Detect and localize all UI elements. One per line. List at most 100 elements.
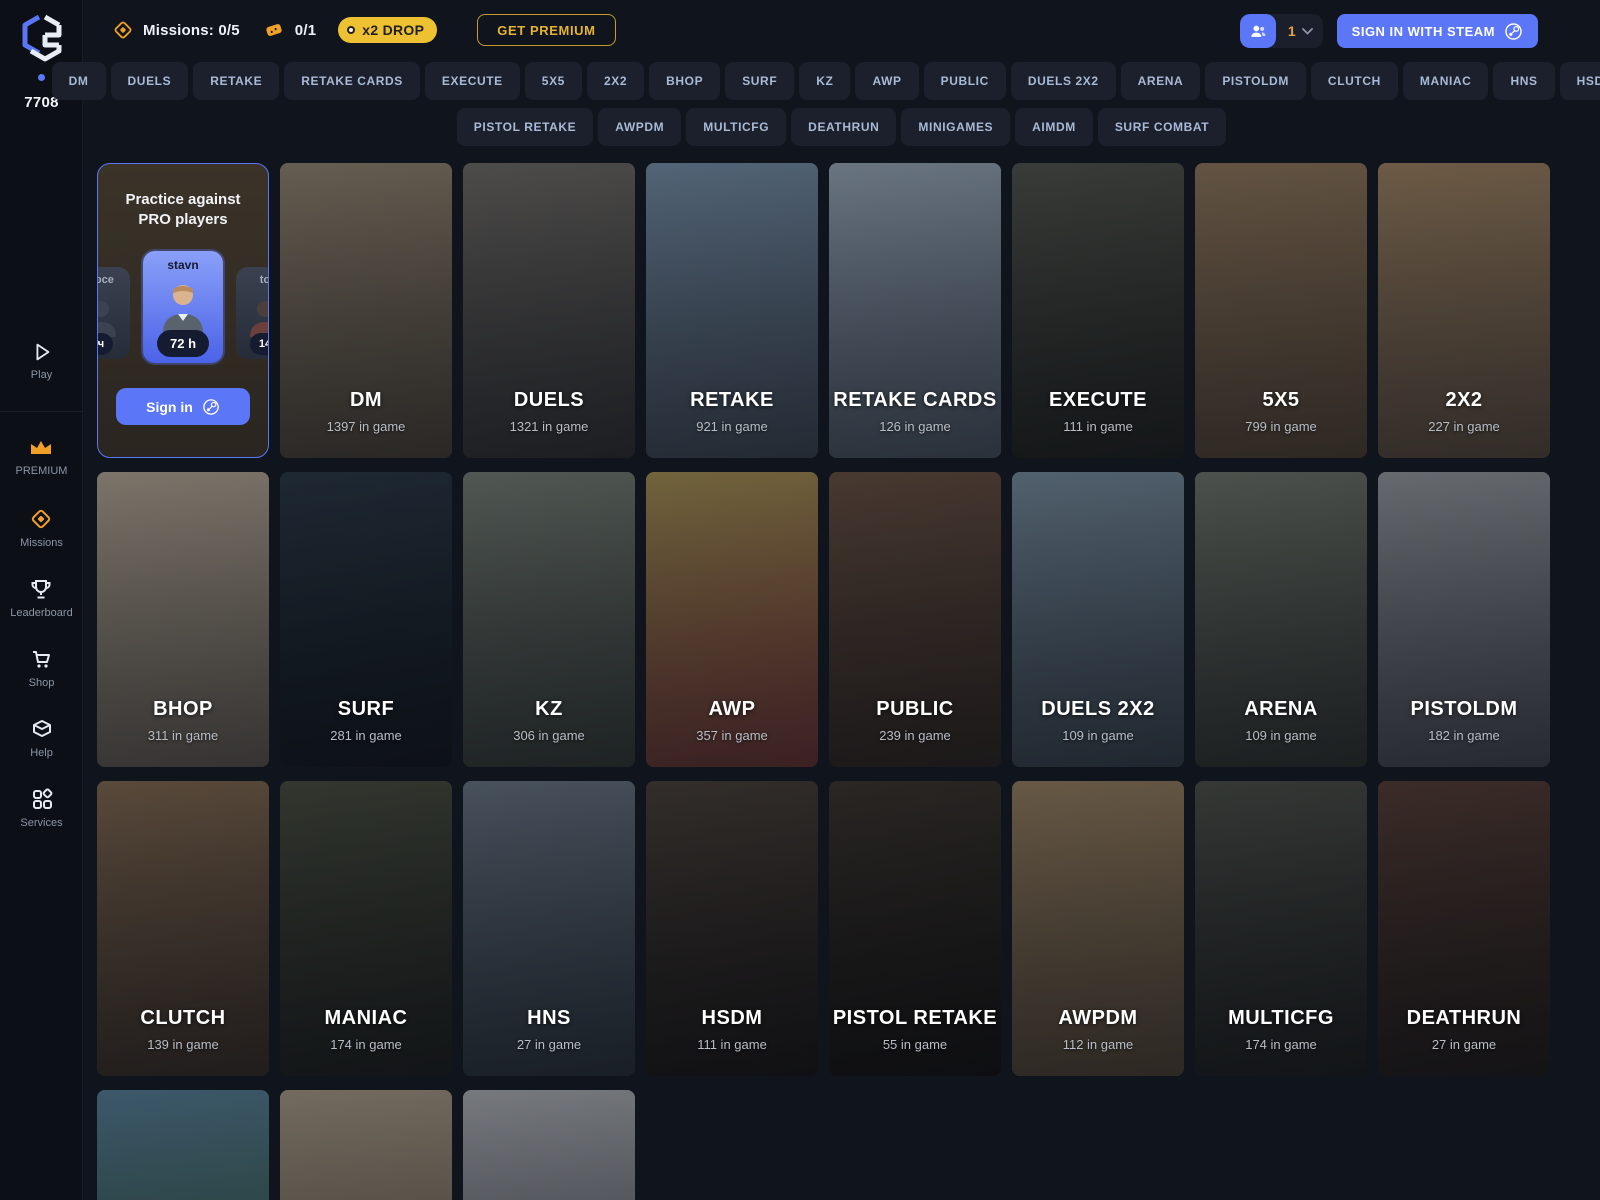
mode-card[interactable]: RETAKE 921 in game	[646, 163, 818, 458]
pro-player-carousel: doce ч stavn 72 h	[98, 251, 268, 379]
filter-tab[interactable]: BHOP	[649, 62, 720, 100]
sidebar-item-help[interactable]: Help	[30, 717, 54, 762]
mode-grid: Practice against PRO players doce ч stav…	[97, 163, 1550, 1200]
filter-tab-label: HNS	[1510, 74, 1537, 88]
promo-title: Practice against PRO players	[98, 164, 268, 231]
mode-title: KZ	[463, 698, 635, 721]
mode-card[interactable]: KZ 306 in game	[463, 472, 635, 767]
tickets-counter[interactable]: 0/1	[262, 19, 316, 41]
mode-card[interactable]: AWP 357 in game	[646, 472, 818, 767]
filter-tab-label: RETAKE	[210, 74, 262, 88]
mode-title: RETAKE CARDS	[829, 389, 1001, 412]
mode-filter-tabs: DM DUELS RETAKE RETAKE CARDS EXECUTE 5X5…	[83, 62, 1600, 146]
mode-card[interactable]: 2X2 227 in game	[1378, 163, 1550, 458]
mode-player-count: 281 in game	[280, 728, 452, 743]
promo-sign-in-button[interactable]: Sign in	[116, 388, 250, 425]
filter-tab[interactable]: DUELS 2X2	[1011, 62, 1116, 100]
filter-tab[interactable]: MINIGAMES	[901, 108, 1010, 146]
mode-card[interactable]: MULTICFG 174 in game	[1195, 781, 1367, 1076]
pro-player-card-stavn[interactable]: stavn 72 h	[143, 251, 223, 363]
filter-tab[interactable]: DUELS	[111, 62, 189, 100]
mode-card[interactable]: CLUTCH 139 in game	[97, 781, 269, 1076]
players-count-dropdown[interactable]: 1	[1240, 14, 1323, 48]
sidebar-item-missions[interactable]: Missions	[20, 507, 63, 552]
mode-card[interactable]: DUELS 2X2 109 in game	[1012, 472, 1184, 767]
mode-card[interactable]: SURF 281 in game	[280, 472, 452, 767]
missions-counter[interactable]: Missions: 0/5	[112, 19, 240, 41]
mode-card[interactable]: RETAKE CARDS 126 in game	[829, 163, 1001, 458]
player-avatar	[97, 297, 118, 337]
filter-tab-label: AWPDM	[615, 120, 664, 134]
crown-icon	[29, 437, 53, 459]
filter-tab[interactable]: DM	[52, 62, 106, 100]
get-premium-button[interactable]: GET PREMIUM	[477, 14, 615, 46]
mode-card[interactable]: HNS 27 in game	[463, 781, 635, 1076]
filter-tab[interactable]: MULTICFG	[686, 108, 786, 146]
mode-card[interactable]: ARENA 109 in game	[1195, 472, 1367, 767]
mode-card[interactable]: PUBLIC 239 in game	[829, 472, 1001, 767]
mode-title: MULTICFG	[1195, 1007, 1367, 1030]
filter-tab[interactable]: CLUTCH	[1311, 62, 1398, 100]
tickets-counter-label: 0/1	[295, 22, 316, 39]
sidebar-item-label: Help	[30, 747, 53, 759]
filter-tab[interactable]: HNS	[1493, 62, 1554, 100]
app-logo[interactable]	[0, 14, 83, 62]
filter-tab[interactable]: PISTOLDM	[1205, 62, 1306, 100]
filter-tab[interactable]: PISTOL RETAKE	[457, 108, 593, 146]
mode-card[interactable]: MANIAC 174 in game	[280, 781, 452, 1076]
filter-tab[interactable]: HSDM	[1560, 62, 1600, 100]
help-box-icon	[30, 717, 54, 741]
filter-tab[interactable]: AWP	[855, 62, 918, 100]
filter-tab[interactable]: PUBLIC	[924, 62, 1006, 100]
filter-tab[interactable]: ARENA	[1121, 62, 1201, 100]
mode-card[interactable]: PISTOLDM 182 in game	[1378, 472, 1550, 767]
missions-counter-label: Missions: 0/5	[143, 22, 240, 39]
mode-card[interactable]: 5X5 799 in game	[1195, 163, 1367, 458]
sidebar-item-premium[interactable]: PREMIUM	[16, 437, 68, 482]
mode-player-count: 111 in game	[646, 1037, 818, 1052]
mode-card[interactable]: PISTOL RETAKE 55 in game	[829, 781, 1001, 1076]
mode-title: MANIAC	[280, 1007, 452, 1030]
filter-tab[interactable]: RETAKE	[193, 62, 279, 100]
pro-player-card-left[interactable]: doce ч	[97, 267, 130, 359]
mode-card-labels: MULTICFG 174 in game	[1195, 1007, 1367, 1052]
mode-card[interactable]: AWPDM 112 in game	[1012, 781, 1184, 1076]
mode-card-labels: CLUTCH 139 in game	[97, 1007, 269, 1052]
mode-card[interactable]: DM 1397 in game	[280, 163, 452, 458]
filter-tab[interactable]: 5X5	[525, 62, 582, 100]
mode-card[interactable]: HSDM 111 in game	[646, 781, 818, 1076]
filter-tab[interactable]: SURF COMBAT	[1098, 108, 1226, 146]
filter-tab[interactable]: SURF	[725, 62, 794, 100]
filter-tab[interactable]: AIMDM	[1015, 108, 1093, 146]
pro-players-promo-card[interactable]: Practice against PRO players doce ч stav…	[97, 163, 269, 458]
filter-tab-label: 5X5	[542, 74, 565, 88]
sidebar-item-services[interactable]: Services	[20, 787, 62, 832]
mode-card-labels: RETAKE CARDS 126 in game	[829, 389, 1001, 434]
sidebar-item-shop[interactable]: Shop	[29, 647, 55, 692]
sign-in-steam-button[interactable]: SIGN IN WITH STEAM	[1337, 14, 1538, 48]
filter-tab[interactable]: RETAKE CARDS	[284, 62, 420, 100]
filter-tab[interactable]: EXECUTE	[425, 62, 520, 100]
mode-card[interactable]	[97, 1090, 269, 1200]
mode-card[interactable]: EXECUTE 111 in game	[1012, 163, 1184, 458]
sidebar-item-leaderboard[interactable]: Leaderboard	[10, 577, 72, 622]
sidebar-item-play[interactable]: Play	[31, 341, 53, 386]
mode-card[interactable]: DEATHRUN 27 in game	[1378, 781, 1550, 1076]
mode-card[interactable]: DUELS 1321 in game	[463, 163, 635, 458]
trophy-icon	[29, 577, 53, 601]
mode-card[interactable]	[280, 1090, 452, 1200]
filter-tab[interactable]: KZ	[799, 62, 850, 100]
pro-player-card-right[interactable]: to 14	[236, 267, 269, 359]
x2-drop-badge[interactable]: x2 DROP	[338, 17, 437, 43]
mode-card-labels: DUELS 2X2 109 in game	[1012, 698, 1184, 743]
filter-tab[interactable]: MANIAC	[1403, 62, 1489, 100]
filter-tab[interactable]: AWPDM	[598, 108, 681, 146]
player-avatar	[160, 281, 206, 333]
mode-title: HNS	[463, 1007, 635, 1030]
filter-tab[interactable]: 2X2	[587, 62, 644, 100]
mode-title: HSDM	[646, 1007, 818, 1030]
filter-tab[interactable]: DEATHRUN	[791, 108, 896, 146]
filter-tab-label: EXECUTE	[442, 74, 503, 88]
mode-card[interactable]: BHOP 311 in game	[97, 472, 269, 767]
mode-card[interactable]	[463, 1090, 635, 1200]
